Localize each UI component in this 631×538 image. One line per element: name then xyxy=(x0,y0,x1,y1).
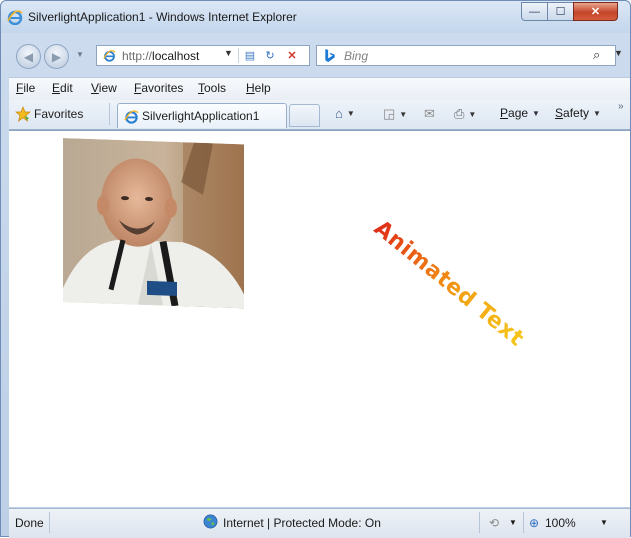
forward-button[interactable]: ▶ xyxy=(44,44,69,69)
minimize-button[interactable]: — xyxy=(521,2,548,21)
close-button[interactable]: ✕ xyxy=(573,2,618,21)
status-divider xyxy=(479,512,480,533)
search-icon[interactable]: ⌕ xyxy=(593,47,600,63)
stop-icon[interactable]: ✕ xyxy=(284,48,300,63)
new-tab-button[interactable] xyxy=(289,104,320,127)
recent-pages-dropdown-icon[interactable]: ▼ xyxy=(76,50,84,59)
tab-ie-icon xyxy=(124,110,139,124)
chevron-down-icon[interactable]: ▼ xyxy=(347,109,355,118)
animated-text: Animated Text xyxy=(369,215,529,352)
menu-edit[interactable]: Edit xyxy=(52,81,73,95)
zoom-level[interactable]: 100% xyxy=(545,516,576,530)
refresh-icon[interactable]: ↻ xyxy=(262,48,278,63)
address-divider xyxy=(238,48,239,63)
compatibility-view-icon[interactable]: ▤ xyxy=(242,48,258,63)
security-zone-text[interactable]: Internet | Protected Mode: On xyxy=(223,516,381,530)
page-ie-icon xyxy=(103,50,116,62)
status-bar: Done Internet | Protected Mode: On ⟲ ▼ ⊕… xyxy=(9,508,630,538)
print-button[interactable]: ⎙ ▼ xyxy=(454,106,476,122)
bing-logo-icon xyxy=(325,48,335,63)
ie-logo-icon xyxy=(7,10,23,25)
mail-button[interactable]: ✉ xyxy=(424,106,435,122)
tab-silverlightapplication1[interactable]: SilverlightApplication1 xyxy=(117,103,287,128)
favorites-star-icon xyxy=(15,106,31,122)
chevron-down-icon[interactable]: ▼ xyxy=(399,110,407,119)
menu-bar: File Edit View Favorites Tools Help xyxy=(9,77,630,101)
favorites-divider xyxy=(109,103,110,125)
chevron-down-icon[interactable]: ▼ xyxy=(468,110,476,119)
mail-icon: ✉ xyxy=(424,106,435,121)
rss-icon: ◲ xyxy=(383,106,396,121)
url-text[interactable]: http://localhost xyxy=(122,49,199,63)
title-bar[interactable]: SilverlightApplication1 - Windows Intern… xyxy=(1,1,630,33)
address-dropdown-icon[interactable]: ▼ xyxy=(224,48,233,58)
printer-icon: ⎙ xyxy=(454,106,465,121)
portrait-photo xyxy=(63,138,244,309)
tab-label: SilverlightApplication1 xyxy=(142,109,260,123)
internet-zone-globe-icon[interactable] xyxy=(203,514,218,529)
zoom-dropdown-icon[interactable]: ▼ xyxy=(600,518,608,527)
chevron-down-icon: ▼ xyxy=(532,108,540,118)
close-icon: ✕ xyxy=(590,6,601,18)
chevron-down-icon[interactable]: ▼ xyxy=(509,518,517,527)
feeds-button[interactable]: ◲ ▼ xyxy=(383,106,407,122)
toolbar-overflow-icon[interactable]: » xyxy=(618,101,624,112)
chevron-down-icon: ▼ xyxy=(593,108,601,118)
page-content: Animated Text xyxy=(9,130,630,507)
home-button[interactable]: ⌂ ▼ xyxy=(335,106,355,121)
protected-mode-icon[interactable]: ⟲ xyxy=(489,516,499,530)
browser-window: SilverlightApplication1 - Windows Intern… xyxy=(0,0,631,538)
arrow-right-icon: ▶ xyxy=(51,49,62,64)
address-row: ◀ ▶ ▼ http://localhost ▼ ▤ ↻ ✕ Bing ⌕ ▼ xyxy=(1,41,630,71)
maximize-icon: ☐ xyxy=(555,6,566,18)
menu-favorites[interactable]: Favorites xyxy=(134,81,183,95)
back-button[interactable]: ◀ xyxy=(16,44,41,69)
favorites-bar: Favorites SilverlightApplication1 ⌂ ▼ ◲ ▼ … xyxy=(9,100,630,130)
search-placeholder: Bing xyxy=(344,49,369,63)
maximize-button[interactable]: ☐ xyxy=(547,2,574,21)
search-box[interactable]: Bing ⌕ ▼ xyxy=(316,45,623,66)
page-menu-button[interactable]: Page ▼ xyxy=(500,106,540,120)
arrow-left-icon: ◀ xyxy=(23,49,34,64)
menu-file[interactable]: File xyxy=(16,81,35,95)
menu-help[interactable]: Help xyxy=(246,81,271,95)
menu-tools[interactable]: Tools xyxy=(198,81,226,95)
minimize-icon: — xyxy=(529,5,540,18)
status-divider xyxy=(523,512,524,533)
zoom-icon[interactable]: ⊕ xyxy=(529,516,539,530)
status-text: Done xyxy=(15,516,44,530)
menu-view[interactable]: View xyxy=(91,81,117,95)
status-divider xyxy=(49,512,50,533)
safety-menu-button[interactable]: Safety ▼ xyxy=(555,106,601,120)
favorites-button[interactable]: Favorites xyxy=(34,107,83,121)
address-bar[interactable]: http://localhost ▼ ▤ ↻ ✕ xyxy=(96,45,310,66)
window-title: SilverlightApplication1 - Windows Intern… xyxy=(28,10,297,24)
search-options-dropdown-icon[interactable]: ▼ xyxy=(614,48,623,58)
home-icon: ⌂ xyxy=(335,106,343,121)
